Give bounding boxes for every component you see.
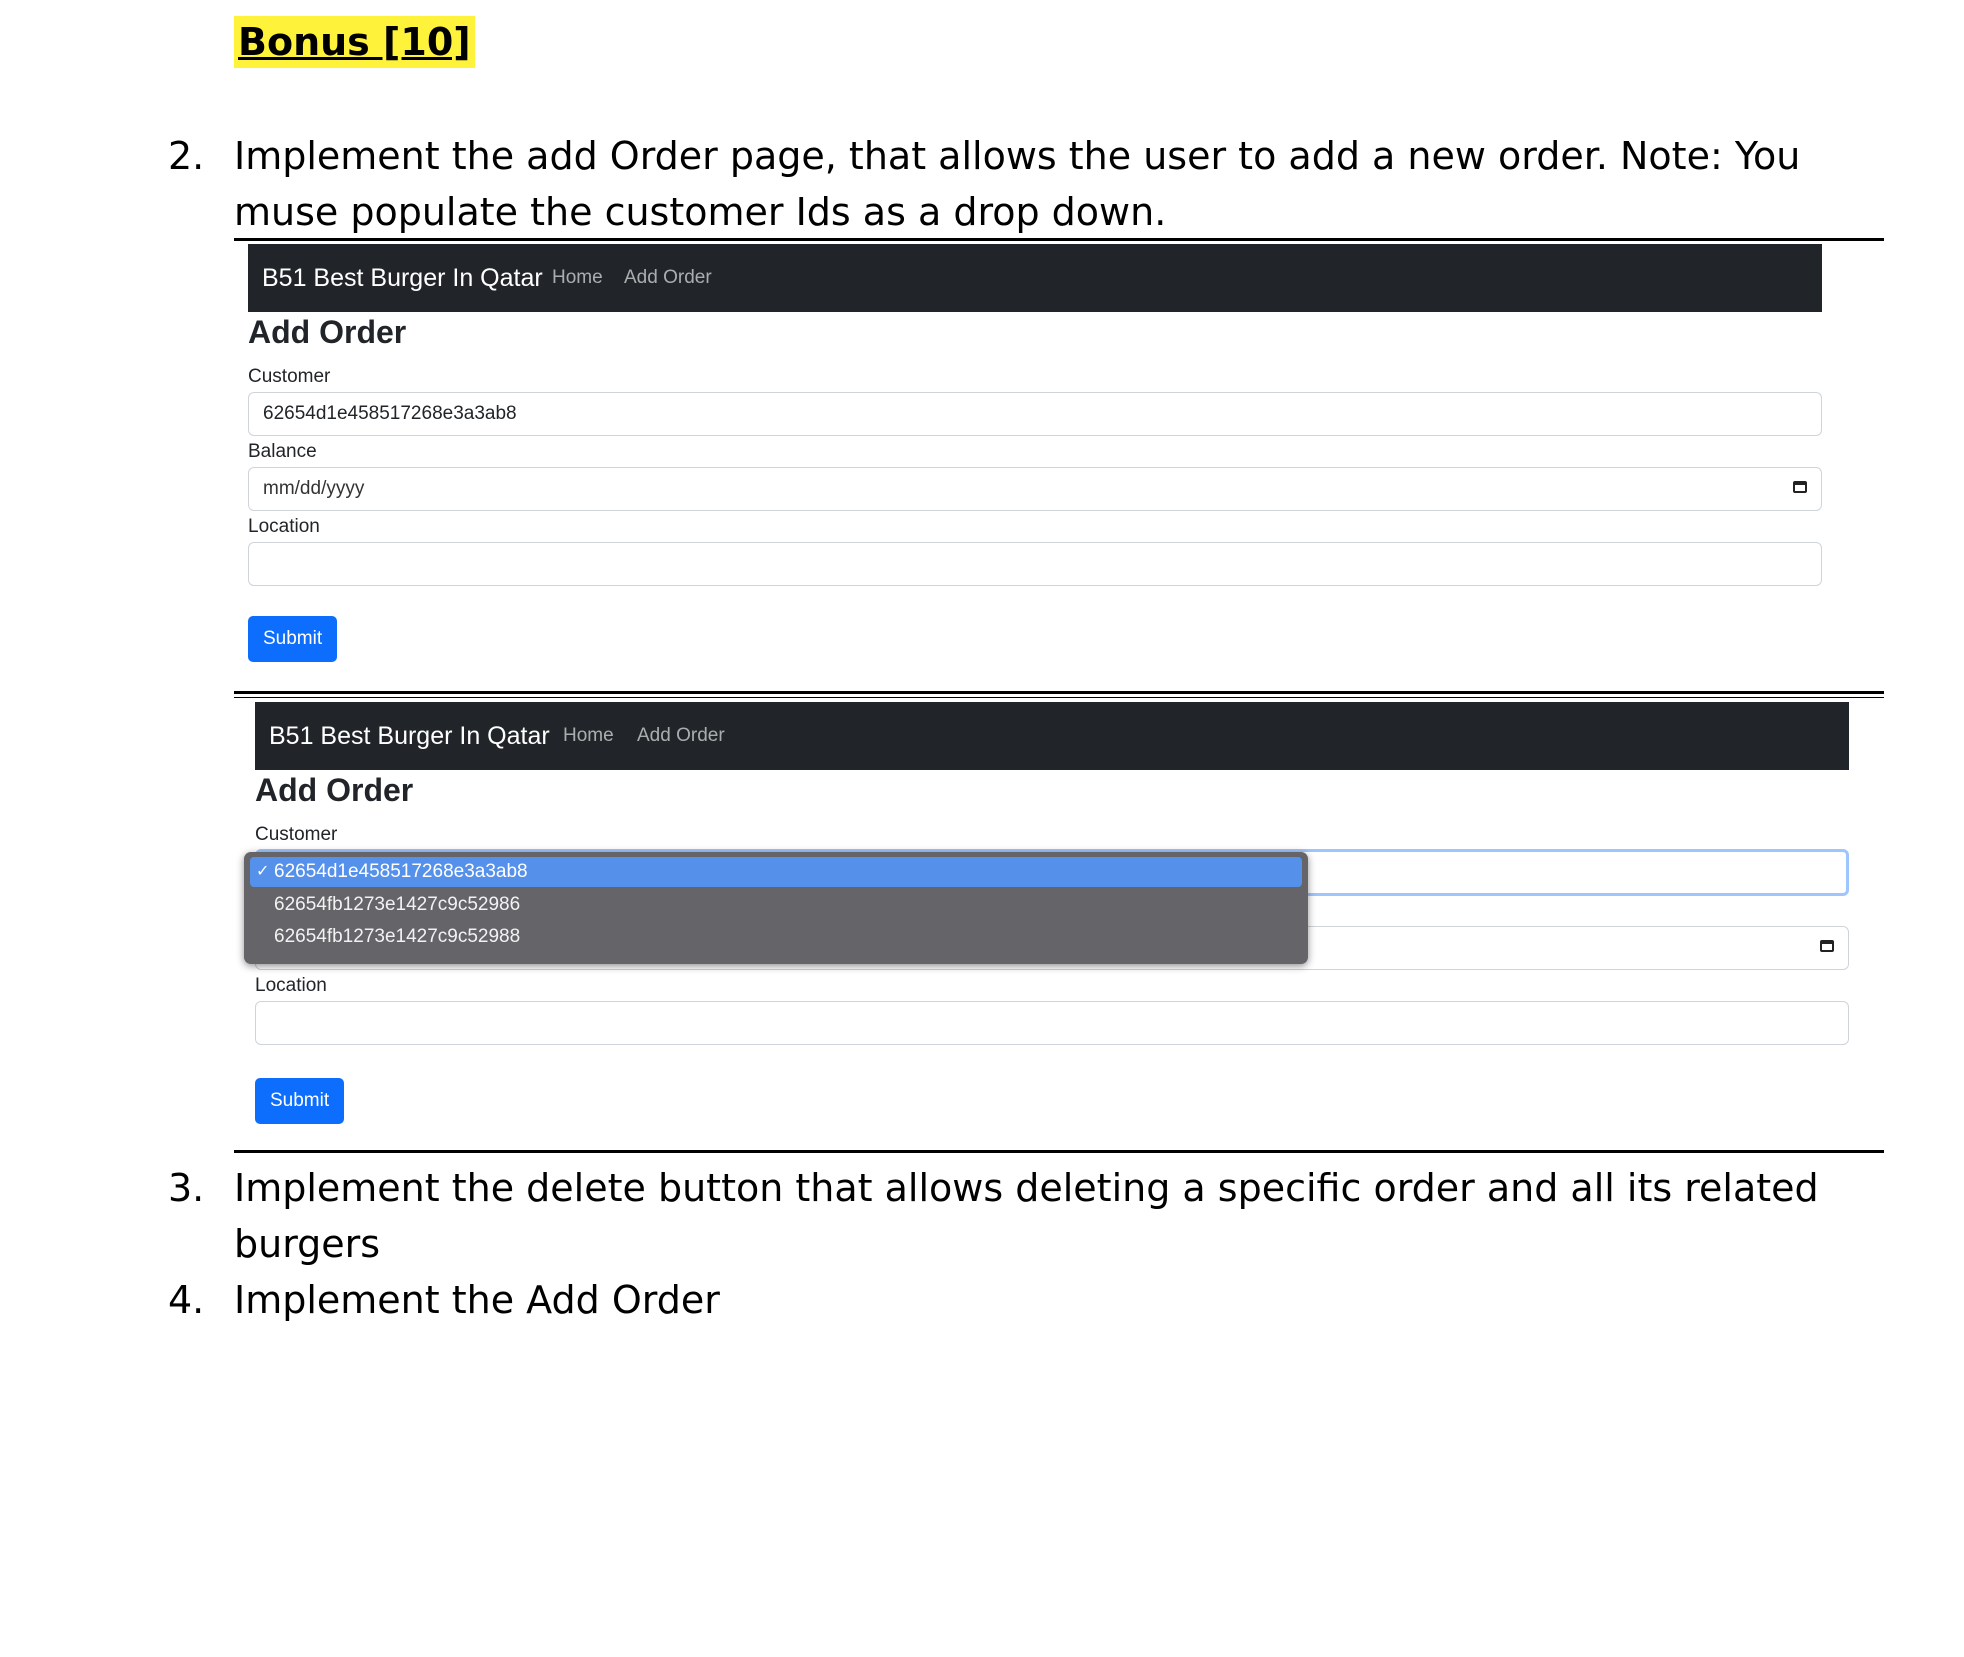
list-item-4: 4. Implement the Add Order [168, 1272, 1888, 1328]
balance-label: Balance [248, 441, 317, 462]
customer-dropdown-menu[interactable]: ✓ 62654d1e458517268e3a3ab8 62654fb1273e1… [244, 852, 1308, 964]
nav-link-home[interactable]: Home [552, 244, 603, 312]
item-number: 3. [168, 1166, 205, 1210]
list-item-2: 2. Implement the add Order page, that al… [168, 128, 1888, 240]
item-number: 2. [168, 134, 205, 178]
nav-link-add-order[interactable]: Add Order [624, 244, 712, 312]
dropdown-option-label: 62654d1e458517268e3a3ab8 [274, 861, 528, 882]
item-number: 4. [168, 1278, 205, 1322]
dropdown-option-label: 62654fb1273e1427c9c52986 [274, 894, 521, 915]
navbar: B51 Best Burger In Qatar Home Add Order [248, 244, 1822, 312]
balance-date-input[interactable]: mm/dd/yyyy [248, 467, 1822, 511]
customer-label: Customer [255, 824, 338, 845]
customer-select[interactable]: 62654d1e458517268e3a3ab8 [248, 392, 1822, 436]
dropdown-option[interactable]: ✓ 62654d1e458517268e3a3ab8 [250, 857, 1302, 887]
document-page: Bonus [10] 2. Implement the add Order pa… [0, 0, 1964, 1657]
item-text-line-1: Implement the Add Order [234, 1278, 720, 1322]
dropdown-option[interactable]: 62654fb1273e1427c9c52986 [250, 890, 1302, 920]
divider-middle-a [234, 691, 1884, 694]
dropdown-option[interactable]: 62654fb1273e1427c9c52988 [250, 922, 1302, 952]
check-icon: ✓ [256, 863, 270, 880]
location-input[interactable] [248, 542, 1822, 586]
divider-top [234, 238, 1884, 241]
item-text-line-2: muse populate the customer Ids as a drop… [234, 190, 1167, 234]
item-text-line-2: burgers [234, 1222, 381, 1266]
customer-label: Customer [248, 366, 331, 387]
app-screenshot-1: B51 Best Burger In Qatar Home Add Order … [248, 244, 1822, 664]
location-label: Location [255, 975, 327, 996]
page-title: Add Order [248, 314, 407, 350]
submit-button[interactable]: Submit [255, 1078, 345, 1124]
location-input[interactable] [255, 1001, 1849, 1045]
divider-middle-b [234, 697, 1884, 698]
nav-link-add-order[interactable]: Add Order [637, 702, 725, 770]
balance-placeholder: mm/dd/yyyy [263, 478, 365, 499]
navbar-brand[interactable]: B51 Best Burger In Qatar [262, 244, 543, 312]
navbar: B51 Best Burger In Qatar Home Add Order [255, 702, 1849, 770]
dropdown-option-label: 62654fb1273e1427c9c52988 [274, 926, 521, 947]
calendar-icon[interactable] [1820, 940, 1834, 952]
customer-select-value: 62654d1e458517268e3a3ab8 [263, 403, 517, 424]
calendar-icon[interactable] [1793, 481, 1807, 493]
page-title: Add Order [255, 772, 414, 808]
location-label: Location [248, 516, 320, 537]
divider-bottom [234, 1150, 1884, 1153]
item-text-line-1: Implement the delete button that allows … [234, 1166, 1819, 1210]
bonus-heading: Bonus [10] [234, 16, 475, 68]
submit-button[interactable]: Submit [248, 616, 338, 662]
nav-link-home[interactable]: Home [563, 702, 614, 770]
item-text-line-1: Implement the add Order page, that allow… [234, 134, 1801, 178]
navbar-brand[interactable]: B51 Best Burger In Qatar [269, 702, 550, 770]
list-item-3: 3. Implement the delete button that allo… [168, 1160, 1888, 1272]
